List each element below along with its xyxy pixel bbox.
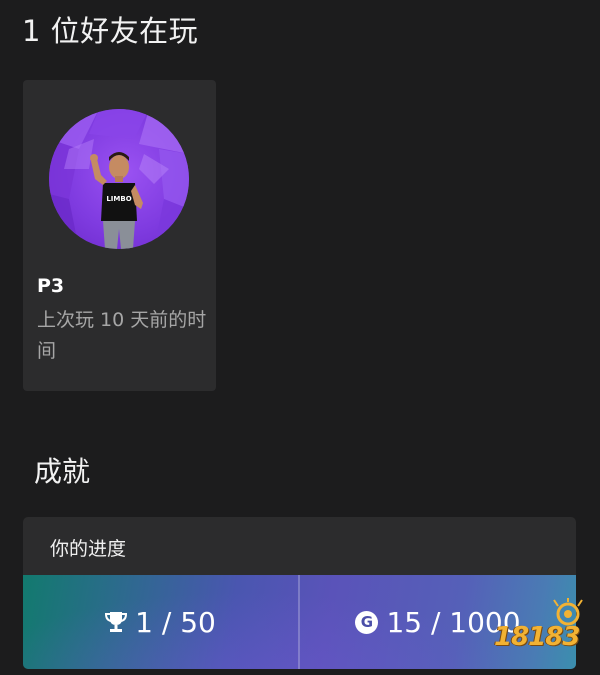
site-watermark-logo: 18183 [492, 598, 584, 662]
gamerscore-icon: G [355, 610, 379, 634]
friend-card[interactable]: LIMBO P3 上次玩 10 天前的时间 [23, 80, 216, 391]
achievements-count[interactable]: 1 / 50 [23, 575, 298, 669]
avatar-image: LIMBO [49, 109, 189, 249]
game-hub-page: 1 位好友在玩 LIMBO P3 上次玩 10 天前的时间 成就 你的进度 1 … [0, 0, 600, 675]
avatar-shirt-text: LIMBO [106, 195, 131, 203]
achievements-heading: 成就 [34, 455, 91, 488]
achievements-count-text: 1 / 50 [135, 605, 216, 639]
watermark-text: 18183 [494, 622, 580, 652]
friend-last-played: 上次玩 10 天前的时间 [37, 309, 207, 362]
friends-playing-heading: 1 位好友在玩 [22, 14, 199, 48]
friend-avatar[interactable]: LIMBO [49, 109, 189, 249]
friend-gamertag[interactable]: P3 [37, 275, 64, 297]
trophy-icon [105, 610, 128, 634]
your-progress-title: 你的进度 [50, 538, 127, 560]
gamerscore-badge: G [355, 610, 379, 634]
